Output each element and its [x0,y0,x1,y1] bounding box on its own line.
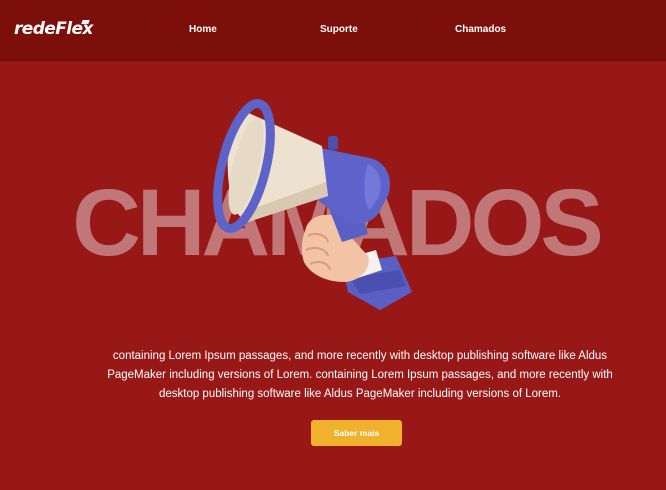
megaphone-icon [213,99,412,310]
nav-link-home[interactable]: Home [189,24,217,35]
brand-logo-mark [81,20,90,24]
nav-link-suporte[interactable]: Suporte [320,24,358,35]
saber-mais-button[interactable]: Saber mais [311,420,402,446]
description-text: containing Lorem Ipsum passages, and mor… [107,350,613,400]
nav-link-chamados[interactable]: Chamados [455,24,506,35]
navbar: redeFlex Home Suporte Chamados [0,0,666,61]
